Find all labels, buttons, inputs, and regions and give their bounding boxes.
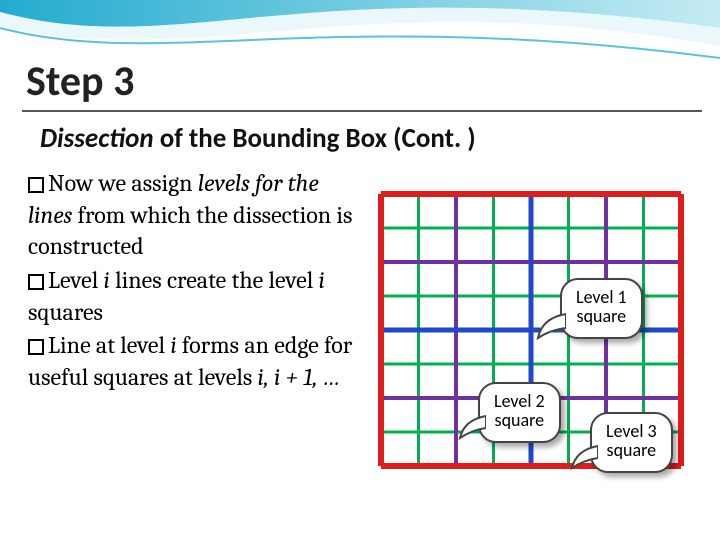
slide-subtitle: Dissection of the Bounding Box (Cont. ) [40,122,476,155]
callout-level-1: Level 1 square [560,278,643,339]
callout-tail-icon [570,442,598,470]
bullet-1: Now we assign levels for the lines from … [28,168,358,263]
bullet-box-icon [28,177,44,193]
bullet-1-text-a: Now we assign [48,169,198,197]
callout-level-3-line2: square [607,439,657,461]
slide-title: Step 3 [26,56,134,107]
bullet-2: Level i lines create the level i squares [28,265,358,328]
bullet-2-text-c: squares [28,298,103,326]
callout-level-1-line2: square [577,305,627,327]
bullet-2-text-a: Level [48,266,104,294]
bullet-box-icon [28,274,44,290]
body-text: Now we assign levels for the lines from … [28,168,358,396]
callout-level-2-line2: square [495,409,545,431]
bullet-2-text-b: lines create the level [110,266,319,294]
subtitle-rest: of the Bounding Box (Cont. ) [154,122,476,155]
bullet-2-em-b: i [319,266,325,294]
callout-tail-icon [458,412,486,440]
bullet-3: Line at level i forms an edge for useful… [28,330,358,393]
bullet-3-text-a: Line at level [48,331,170,359]
title-underline [22,110,702,112]
bullet-1-text-b: from which the dissection is constructed [28,201,352,261]
bullet-3-em-b: i, i + 1, … [258,363,341,391]
slide: Step 3 Dissection of the Bounding Box (C… [0,0,720,540]
bullet-box-icon [28,339,44,355]
callout-level-3: Level 3 square [590,412,673,473]
callout-level-2: Level 2 square [478,382,561,443]
callout-tail-icon [536,310,566,340]
subtitle-emph: Dissection [40,122,154,155]
